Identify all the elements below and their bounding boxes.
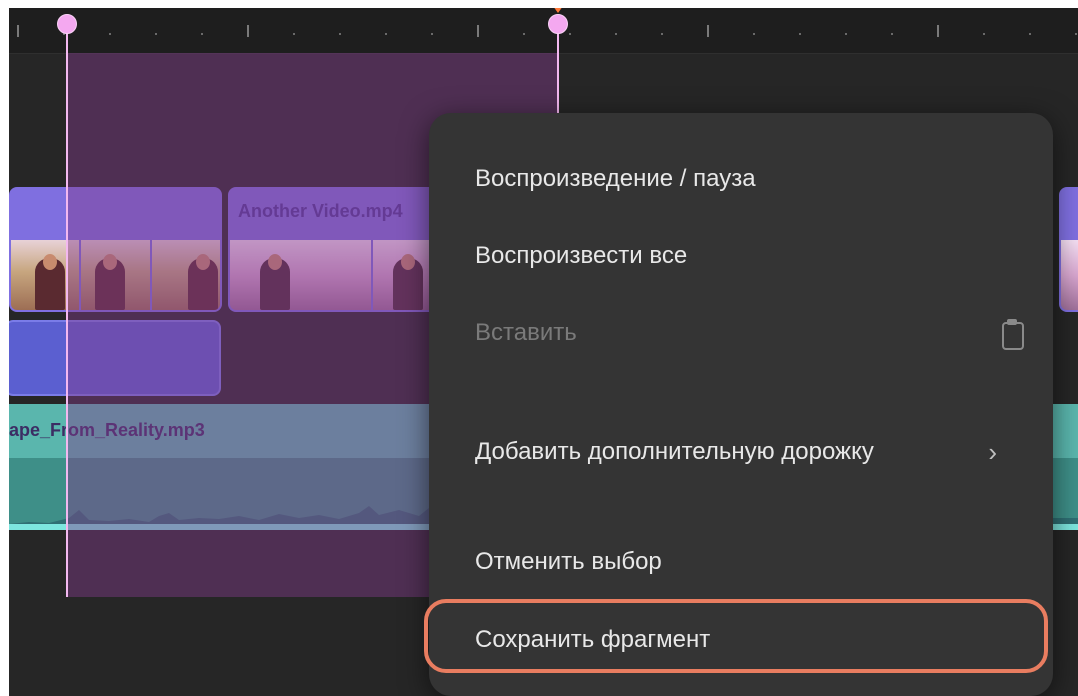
- menu-item-label: Воспроизвести все: [475, 242, 688, 269]
- selection-end-handle[interactable]: [548, 14, 568, 34]
- ruler-tick: [661, 33, 663, 35]
- ruler-tick: [431, 33, 433, 35]
- menu-item-play-pause[interactable]: Воспроизведение / пауза: [475, 152, 1023, 206]
- ruler-tick: [155, 33, 157, 35]
- ruler-tick: [523, 33, 525, 35]
- ruler-tick: [707, 25, 709, 37]
- menu-item-add-track[interactable]: Добавить дополнительную дорожку ›: [475, 425, 1023, 479]
- thumbnail-image: [1061, 240, 1078, 310]
- selection-start-line[interactable]: [66, 26, 68, 597]
- ruler-tick: [937, 25, 939, 37]
- clip-thumbnails: [1061, 240, 1078, 310]
- ruler-tick: [385, 33, 387, 35]
- ruler-tick: [17, 25, 19, 37]
- timeline-ruler[interactable]: [9, 8, 1078, 54]
- selection-start-handle[interactable]: [57, 14, 77, 34]
- menu-item-paste[interactable]: Вставить: [475, 306, 1024, 360]
- ruler-tick: [339, 33, 341, 35]
- ruler-tick: [753, 33, 755, 35]
- ruler-tick: [1029, 33, 1031, 35]
- menu-item-deselect[interactable]: Отменить выбор: [475, 535, 1023, 589]
- menu-item-play-all[interactable]: Воспроизвести все: [475, 229, 1023, 283]
- video-clip-right[interactable]: [1059, 187, 1078, 312]
- menu-item-label: Сохранить фрагмент: [475, 626, 711, 653]
- ruler-tick: [293, 33, 295, 35]
- menu-item-save-fragment[interactable]: Сохранить фрагмент: [475, 613, 1023, 667]
- menu-item-label: Добавить дополнительную дорожку: [475, 438, 874, 465]
- selection-end-line[interactable]: [557, 26, 559, 122]
- ruler-tick: [477, 25, 479, 37]
- ruler-tick: [983, 33, 985, 35]
- ruler-tick: [845, 33, 847, 35]
- ruler-tick: [569, 33, 571, 35]
- context-menu: Воспроизведение / пауза Воспроизвести вс…: [429, 113, 1053, 696]
- menu-item-label: Воспроизведение / пауза: [475, 165, 756, 192]
- ruler-tick: [109, 33, 111, 35]
- clipboard-icon: [1001, 318, 1024, 350]
- ruler-tick: [891, 33, 893, 35]
- playhead-indicator[interactable]: [553, 8, 563, 13]
- ruler-tick: [615, 33, 617, 35]
- ruler-tick: [799, 33, 801, 35]
- menu-item-label: Отменить выбор: [475, 548, 662, 575]
- ruler-tick: [1075, 33, 1077, 35]
- menu-item-label: Вставить: [475, 319, 577, 346]
- chevron-right-icon: ›: [988, 436, 997, 467]
- ruler-tick: [201, 33, 203, 35]
- ruler-tick: [247, 25, 249, 37]
